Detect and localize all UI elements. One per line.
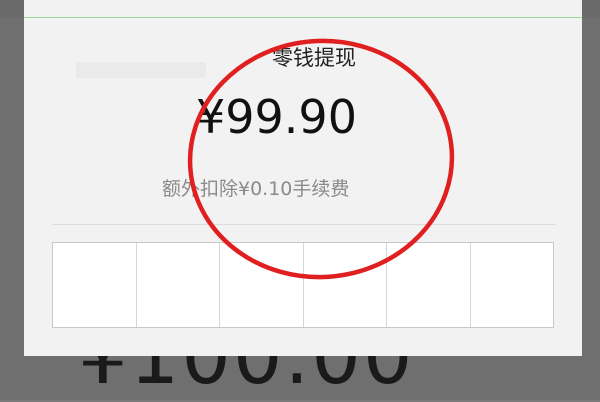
pin-digit-box[interactable] (53, 243, 137, 327)
pin-digit-box[interactable] (471, 243, 554, 327)
dialog-accent-line (24, 17, 582, 18)
red-circle-annotation (187, 38, 455, 280)
